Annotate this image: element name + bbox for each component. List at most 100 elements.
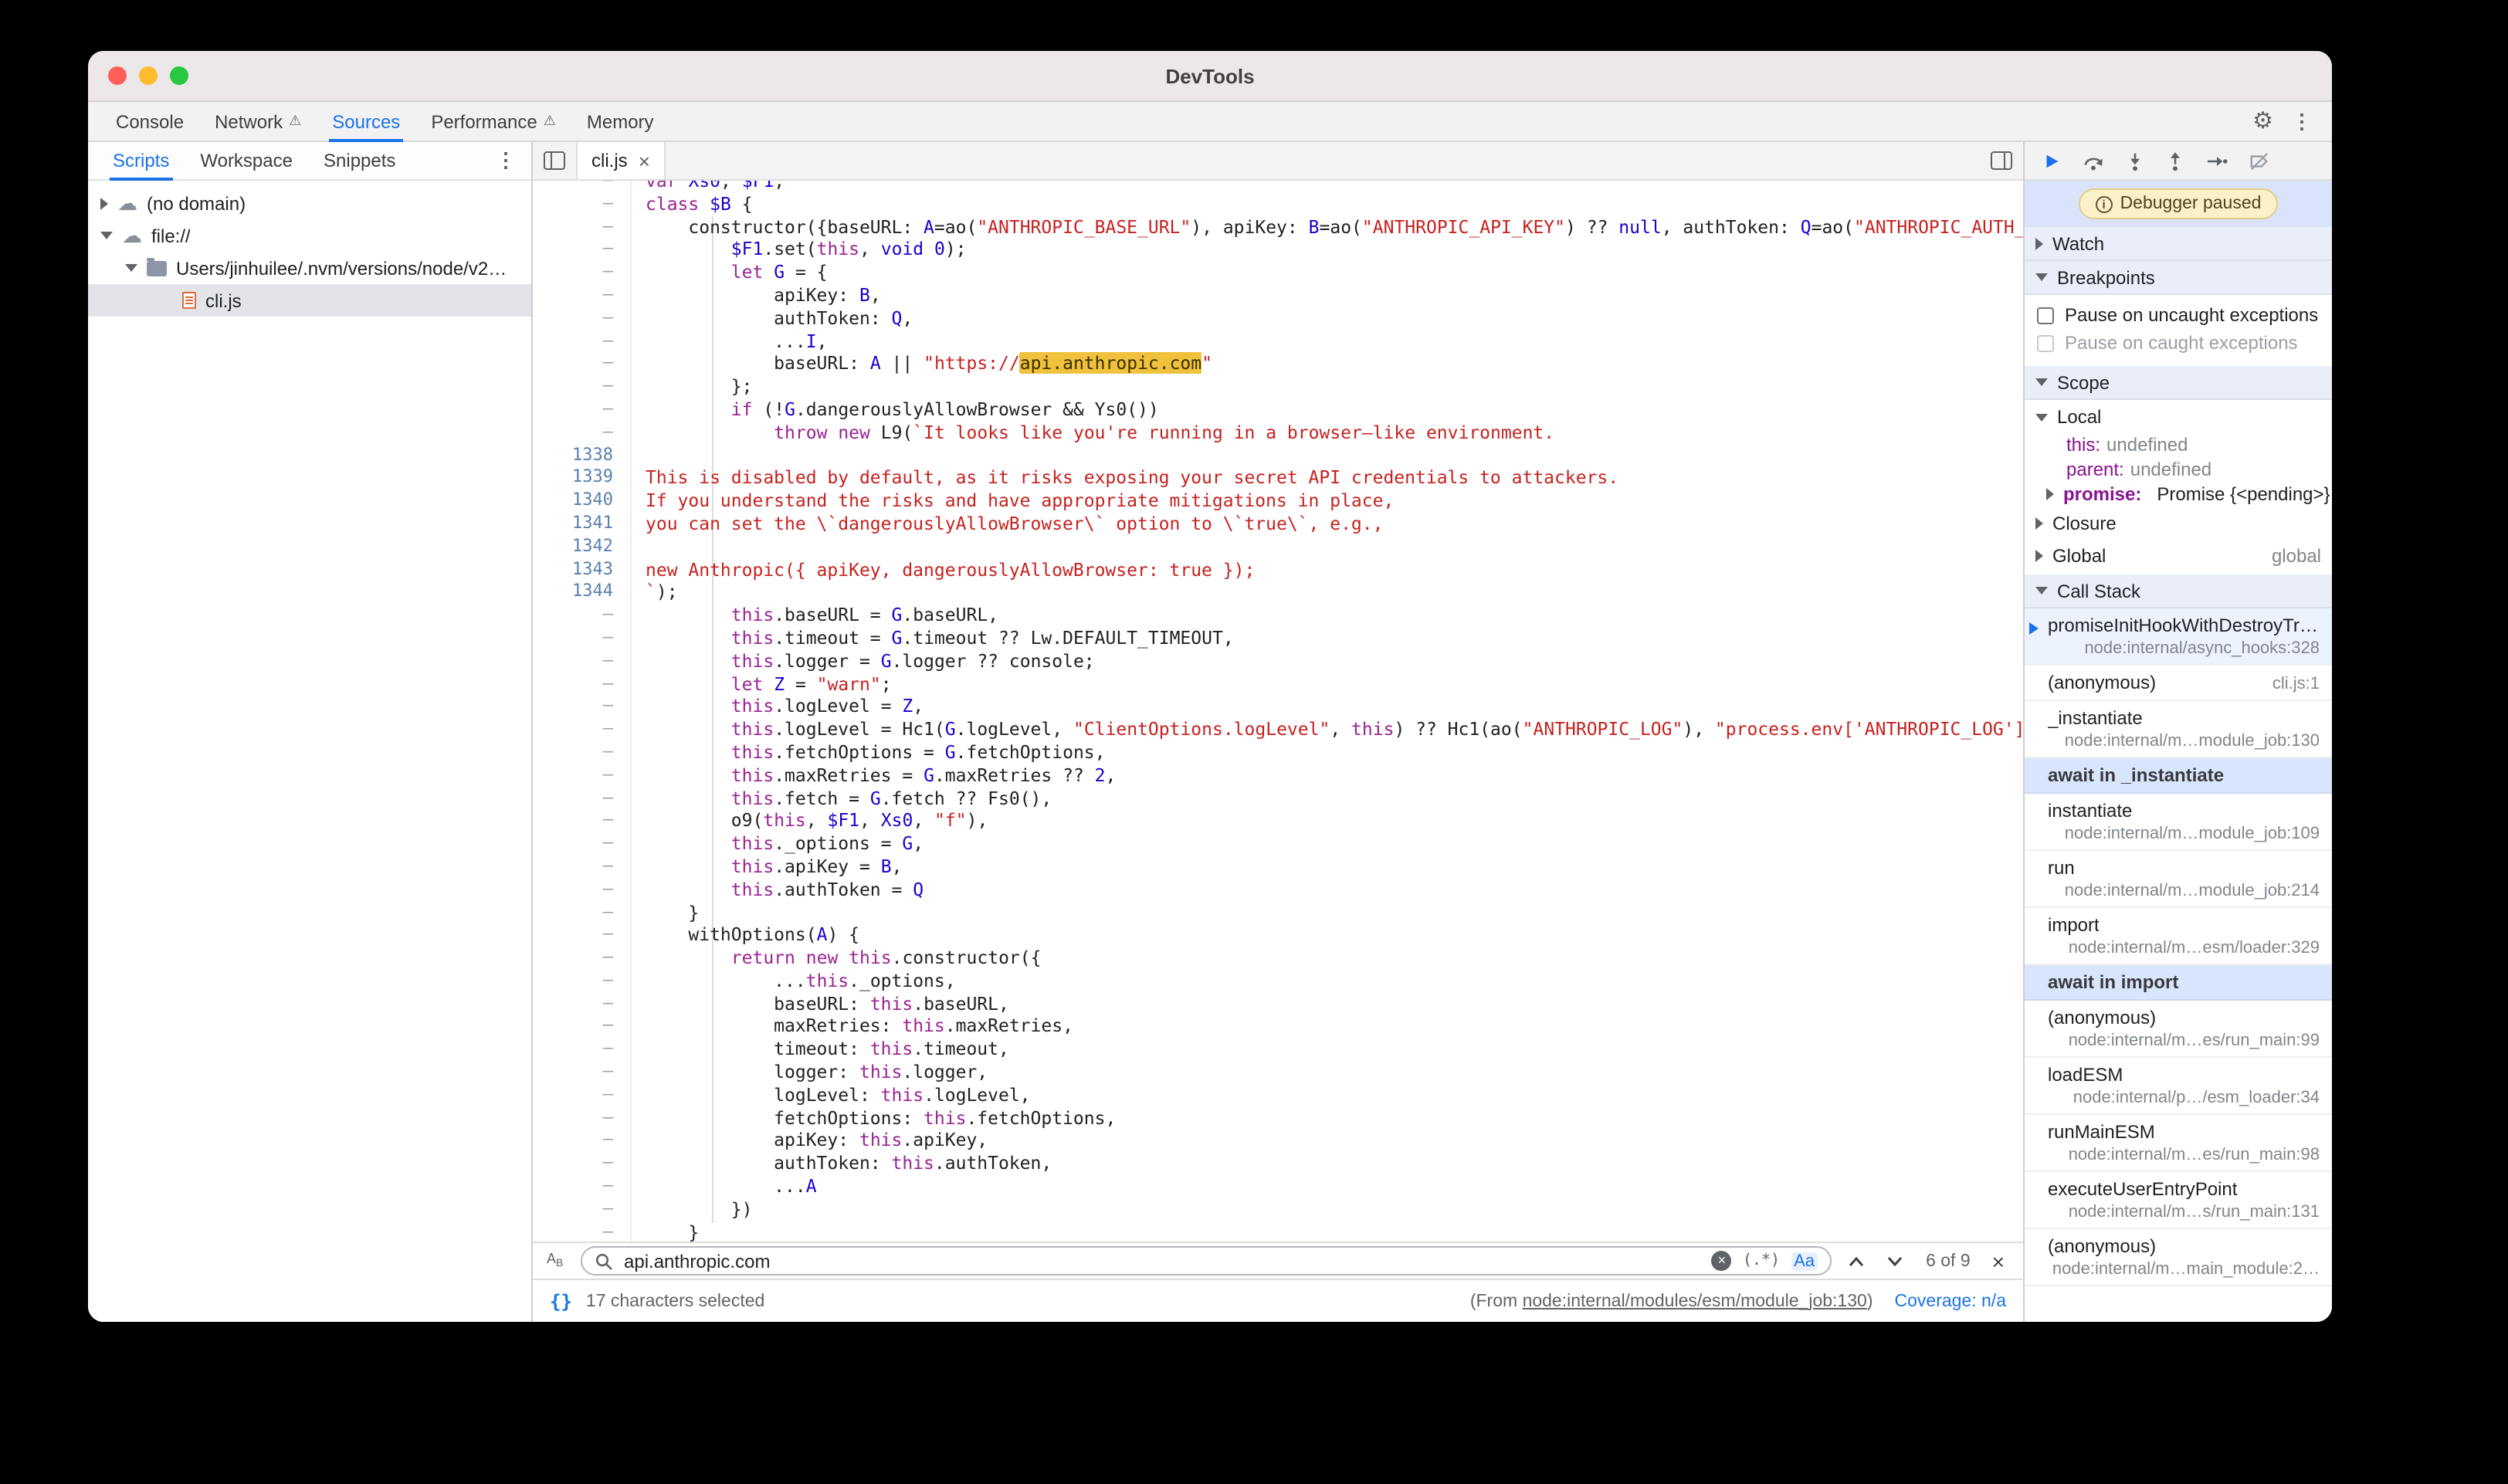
line-number[interactable]: 1341 bbox=[533, 513, 632, 536]
line-number[interactable]: – bbox=[533, 239, 632, 262]
step-button[interactable] bbox=[2205, 151, 2228, 171]
call-stack-frame[interactable]: loadESMnode:internal/p…/esm_loader:34 bbox=[2025, 1058, 2332, 1115]
call-stack-frame[interactable]: promiseInitHookWithDestroyTr…node:intern… bbox=[2025, 608, 2332, 666]
call-stack-frame[interactable]: (anonymous)node:internal/m…main_module:2… bbox=[2025, 1229, 2332, 1286]
module-link[interactable]: node:internal/modules/esm/module_job:130 bbox=[1523, 1292, 1867, 1310]
line-number[interactable]: – bbox=[533, 284, 632, 307]
line-number[interactable]: – bbox=[533, 856, 632, 879]
disclosure-right-icon[interactable] bbox=[2046, 488, 2054, 500]
line-number[interactable]: – bbox=[533, 970, 632, 993]
line-number[interactable]: – bbox=[533, 901, 632, 924]
next-match-button[interactable] bbox=[1881, 1255, 1909, 1267]
frame-location[interactable]: node:internal/m…main_module:2… bbox=[2052, 1260, 2320, 1279]
frame-location[interactable]: node:internal/m…s/run_main:131 bbox=[2069, 1203, 2320, 1221]
disclosure-down-icon[interactable] bbox=[125, 264, 137, 272]
line-number[interactable]: – bbox=[533, 1061, 632, 1084]
line-number[interactable]: – bbox=[533, 1175, 632, 1198]
navigator-more-icon[interactable]: ⋮ bbox=[480, 142, 531, 179]
disclosure-down-icon[interactable] bbox=[2035, 413, 2048, 421]
scope-variable[interactable]: this:undefined bbox=[2025, 432, 2332, 457]
tree-item[interactable]: Users/jinhuilee/.nvm/versions/node/v2… bbox=[88, 252, 531, 284]
line-number[interactable]: 1344 bbox=[533, 581, 632, 605]
tab-sources[interactable]: Sources bbox=[317, 102, 415, 141]
settings-gear-icon[interactable]: ⚙ bbox=[2252, 110, 2273, 133]
line-number[interactable]: – bbox=[533, 832, 632, 856]
line-number[interactable]: – bbox=[533, 924, 632, 947]
checkbox[interactable] bbox=[2037, 334, 2054, 351]
line-number[interactable]: – bbox=[533, 1106, 632, 1130]
frame-location[interactable]: node:internal/m…es/run_main:98 bbox=[2069, 1146, 2320, 1164]
minimize-window-button[interactable] bbox=[139, 66, 158, 85]
close-window-button[interactable] bbox=[108, 66, 127, 85]
frame-location[interactable]: node:internal/m…module_job:130 bbox=[2065, 732, 2320, 750]
line-number[interactable]: – bbox=[533, 1130, 632, 1153]
disclosure-right-icon[interactable] bbox=[2035, 517, 2043, 530]
scope-group-global[interactable]: Globalglobal bbox=[2025, 539, 2332, 571]
close-search-icon[interactable]: × bbox=[1988, 1249, 2009, 1273]
tab-performance[interactable]: Performance⚠ bbox=[415, 102, 571, 141]
line-number[interactable]: – bbox=[533, 353, 632, 376]
scope-section-header[interactable]: Scope bbox=[2025, 366, 2332, 400]
line-number[interactable]: – bbox=[533, 1198, 632, 1221]
zoom-window-button[interactable] bbox=[170, 66, 188, 85]
search-input[interactable]: api.anthropic.com × (.*) Aa bbox=[581, 1246, 1832, 1276]
clear-search-icon[interactable]: × bbox=[1712, 1251, 1732, 1271]
tree-item[interactable]: ☁(no domain) bbox=[88, 187, 531, 219]
line-number[interactable]: – bbox=[533, 1084, 632, 1107]
navigator-tab-scripts[interactable]: Scripts bbox=[97, 142, 185, 179]
line-number[interactable]: 1340 bbox=[533, 490, 632, 513]
line-number[interactable]: – bbox=[533, 375, 632, 398]
line-number[interactable]: – bbox=[533, 741, 632, 764]
titlebar[interactable]: DevTools bbox=[88, 51, 2332, 102]
toggle-debugger-sidebar-icon[interactable] bbox=[1980, 142, 2023, 179]
line-number[interactable]: – bbox=[533, 1221, 632, 1242]
line-number[interactable]: – bbox=[533, 810, 632, 833]
pretty-print-icon[interactable]: {} bbox=[550, 1290, 572, 1312]
tree-item[interactable]: ☁file:// bbox=[88, 219, 531, 252]
match-case-toggle-icon[interactable]: Aa bbox=[1791, 1252, 1818, 1270]
line-number[interactable]: – bbox=[533, 215, 632, 239]
line-number[interactable]: – bbox=[533, 1153, 632, 1176]
frame-location[interactable]: node:internal/m…module_job:214 bbox=[2065, 882, 2320, 900]
disclosure-right-icon[interactable] bbox=[2035, 237, 2043, 249]
line-number[interactable]: – bbox=[533, 787, 632, 810]
line-number[interactable]: – bbox=[533, 398, 632, 422]
line-number[interactable]: – bbox=[533, 193, 632, 216]
search-query[interactable]: api.anthropic.com bbox=[624, 1250, 1701, 1272]
line-number[interactable]: – bbox=[533, 1015, 632, 1038]
disclosure-down-icon[interactable] bbox=[2035, 273, 2048, 281]
call-stack-frame[interactable]: instantiatenode:internal/m…module_job:10… bbox=[2025, 794, 2332, 851]
line-number[interactable]: – bbox=[533, 649, 632, 673]
call-stack-frame[interactable]: runnode:internal/m…module_job:214 bbox=[2025, 851, 2332, 908]
disclosure-down-icon[interactable] bbox=[2035, 378, 2048, 386]
scope-variable[interactable]: parent:undefined bbox=[2025, 457, 2332, 482]
call-stack-frame[interactable]: _instantiatenode:internal/m…module_job:1… bbox=[2025, 701, 2332, 758]
line-number[interactable]: 1343 bbox=[533, 558, 632, 581]
line-number[interactable]: – bbox=[533, 422, 632, 445]
line-number[interactable]: – bbox=[533, 673, 632, 696]
tab-memory[interactable]: Memory bbox=[571, 102, 669, 141]
scope-group-closure[interactable]: Closure bbox=[2025, 507, 2332, 539]
call-stack-frame[interactable]: importnode:internal/m…esm/loader:329 bbox=[2025, 908, 2332, 965]
line-number[interactable]: 1342 bbox=[533, 536, 632, 559]
line-number[interactable]: – bbox=[533, 307, 632, 330]
line-number[interactable]: – bbox=[533, 764, 632, 787]
previous-match-button[interactable] bbox=[1842, 1255, 1870, 1267]
call-stack-section-header[interactable]: Call Stack bbox=[2025, 574, 2332, 608]
breakpoint-toggle-row[interactable]: Pause on caught exceptions bbox=[2025, 329, 2332, 357]
navigator-tab-workspace[interactable]: Workspace bbox=[185, 142, 308, 179]
line-number[interactable]: – bbox=[533, 627, 632, 650]
line-number[interactable]: – bbox=[533, 181, 632, 193]
line-number[interactable]: – bbox=[533, 718, 632, 741]
scope-variable[interactable]: promise:Promise {<pending>} bbox=[2025, 482, 2332, 507]
line-number[interactable]: – bbox=[533, 261, 632, 284]
frame-location[interactable]: node:internal/async_hooks:328 bbox=[2084, 639, 2320, 658]
step-into-button[interactable] bbox=[2125, 151, 2145, 171]
disclosure-down-icon[interactable] bbox=[100, 232, 113, 239]
regex-toggle-icon[interactable]: (.*) bbox=[1743, 1252, 1780, 1269]
close-tab-icon[interactable]: × bbox=[639, 151, 650, 171]
file-tab-cli-js[interactable]: cli.js × bbox=[576, 142, 666, 179]
frame-location[interactable]: node:internal/p…/esm_loader:34 bbox=[2073, 1089, 2320, 1107]
tree-item[interactable]: cli.js bbox=[88, 284, 531, 317]
call-stack-frame[interactable]: executeUserEntryPointnode:internal/m…s/r… bbox=[2025, 1172, 2332, 1229]
